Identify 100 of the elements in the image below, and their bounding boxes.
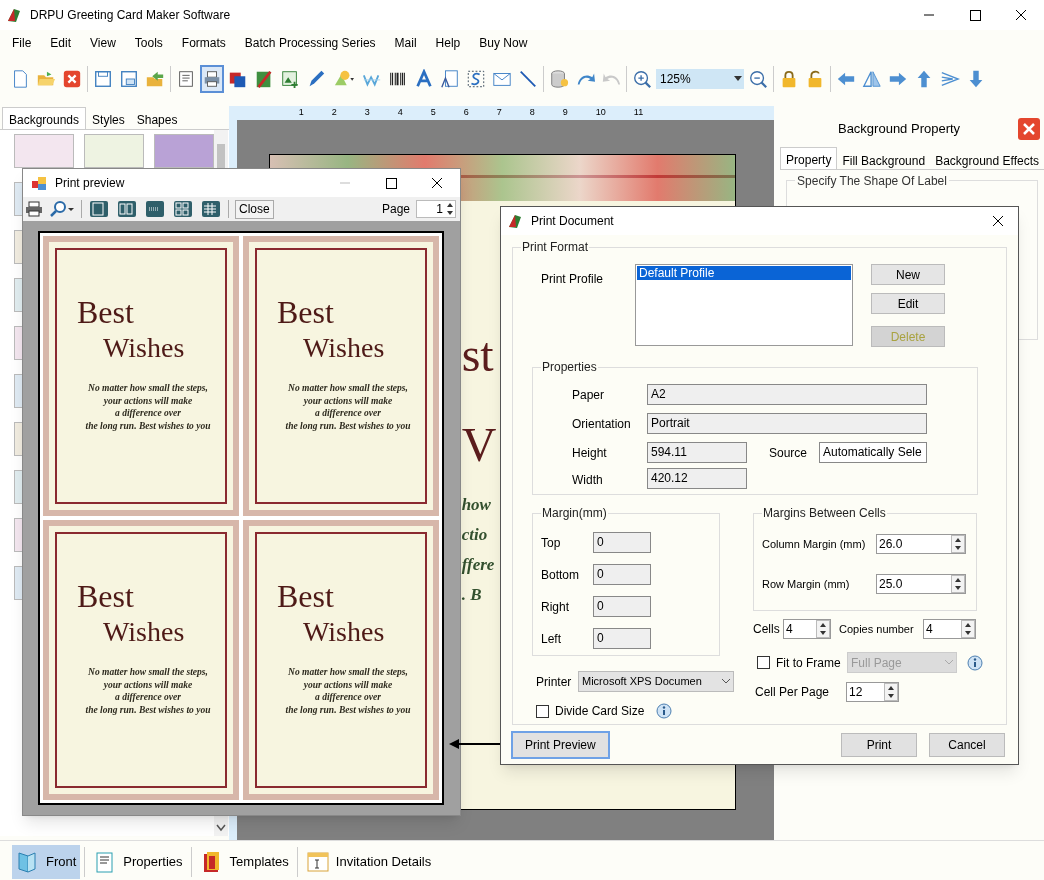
menu-item[interactable]: Buy Now [479, 34, 528, 52]
background-thumbnail[interactable] [84, 134, 144, 168]
field-label: Right [541, 598, 570, 616]
align-lines-icon [940, 69, 960, 89]
menu-item[interactable]: Edit [50, 34, 72, 52]
six-pages-icon[interactable] [202, 201, 220, 217]
card-heading: Wishes [302, 615, 386, 649]
scroll-down-icon[interactable] [216, 824, 226, 832]
close-button[interactable]: Close [235, 199, 274, 219]
panel-title: Background Property [836, 120, 962, 139]
printer-button[interactable] [200, 65, 224, 93]
panel-tab[interactable]: Styles [86, 109, 131, 129]
text-box-icon [440, 69, 460, 89]
background-thumbnail[interactable] [154, 134, 214, 168]
panel-tab[interactable]: Background Effects [930, 150, 1044, 169]
app-logo-icon [6, 7, 22, 23]
window-title: DRPU Greeting Card Maker Software [30, 7, 231, 24]
profile-button[interactable]: New [871, 264, 945, 285]
card-heading: Best [77, 294, 135, 330]
four-pages-icon[interactable] [174, 201, 192, 217]
insert-image-icon [280, 69, 300, 89]
printer-dropdown[interactable]: Microsoft XPS Documen [578, 671, 734, 692]
margin-field[interactable]: 0 [593, 564, 651, 585]
two-pages-icon[interactable] [118, 201, 136, 217]
source-field[interactable]: Automatically Sele [819, 442, 927, 463]
profile-list[interactable]: Default Profile [635, 264, 853, 346]
paper-field[interactable]: A2 [647, 384, 927, 405]
chevron-down-icon [942, 658, 956, 667]
spinner-arrows-icon [445, 201, 455, 217]
number-spinner[interactable]: 4 [783, 619, 831, 639]
spinner-arrows-icon [951, 535, 965, 553]
one-page-icon[interactable] [90, 201, 108, 217]
search-icon[interactable] [49, 200, 75, 218]
checkbox[interactable]: Divide Card Size [536, 702, 645, 720]
dialog-title: Print Document [531, 213, 614, 230]
number-spinner[interactable]: 4 [923, 619, 976, 639]
panel-tab[interactable]: Shapes [130, 109, 184, 129]
dialog-button[interactable]: Print Preview [511, 731, 610, 759]
group-label: Print Format [521, 240, 589, 254]
save-as-icon [119, 69, 139, 89]
field-label: Bottom [541, 566, 580, 584]
line-icon [518, 69, 538, 89]
panel-tab[interactable]: Backgrounds [2, 107, 87, 129]
margin-field[interactable]: 0 [593, 628, 651, 649]
ruler: 1 2 3 4 5 6 7 8 9 10 11 [236, 106, 775, 120]
card-heading: Best [77, 578, 135, 614]
menu-item[interactable]: Batch Processing Series [244, 34, 376, 52]
picture-frame-icon [254, 69, 274, 89]
margin-field[interactable]: 0 [593, 596, 651, 617]
menu-item[interactable]: File [12, 34, 32, 52]
spinner-arrows-icon [951, 575, 965, 593]
panel-tab[interactable]: Fill Background [837, 150, 931, 169]
window-title: Print preview [55, 175, 125, 192]
document-lines-icon [176, 69, 196, 89]
three-pages-icon[interactable] [146, 201, 164, 217]
width-field[interactable]: 420.12 [647, 468, 747, 489]
bottom-tab[interactable]: Invitation Details [301, 844, 436, 879]
bottom-tab[interactable]: Templates [195, 844, 293, 879]
field-label: Cells [753, 621, 781, 638]
menu-item[interactable]: View [90, 34, 116, 52]
pointer-arrow [449, 738, 501, 750]
profile-button[interactable]: Edit [871, 293, 945, 314]
zoom-dropdown[interactable]: 125% [656, 69, 744, 89]
dialog-button[interactable]: Cancel [929, 733, 1005, 757]
margin-field[interactable]: 0 [593, 532, 651, 553]
card-text: ffere [461, 554, 496, 576]
spinner-arrows-icon [884, 683, 898, 701]
menu-item[interactable]: Formats [181, 34, 226, 52]
printer-icon[interactable] [25, 201, 43, 217]
list-item[interactable]: Default Profile [637, 266, 851, 280]
card-text: V [461, 417, 498, 473]
bottom-tab[interactable]: Front [12, 844, 81, 879]
field-label: Orientation [572, 415, 632, 433]
panel-tab[interactable]: Property [780, 147, 838, 169]
menu-item[interactable]: Tools [134, 34, 163, 52]
checkbox[interactable]: Fit to Frame [757, 653, 847, 672]
height-field[interactable]: 594.11 [647, 442, 747, 463]
menu-item[interactable]: Help [435, 34, 461, 52]
close-icon[interactable] [1018, 118, 1040, 140]
field-label: Print Profile [540, 271, 605, 288]
group-label: Margins Between Cells [762, 506, 887, 520]
orientation-field[interactable]: Portrait [647, 413, 927, 434]
zoom-out-icon [748, 69, 768, 89]
signature-icon [466, 69, 486, 89]
number-spinner[interactable]: 12 [846, 682, 899, 702]
menu-item[interactable]: Mail [394, 34, 417, 52]
bottom-tab[interactable]: Properties [89, 844, 187, 879]
save-icon [93, 69, 113, 89]
text-style-icon [414, 69, 434, 89]
field-label: Column Margin (mm) [762, 536, 867, 552]
number-spinner[interactable]: 26.0 [876, 534, 966, 554]
field-label: Width [572, 472, 604, 489]
form-window-icon [305, 849, 330, 874]
field-label: Top [541, 534, 562, 552]
dialog-button[interactable]: Print [841, 733, 917, 757]
page-spinner[interactable]: 1 [416, 200, 456, 218]
number-spinner[interactable]: 25.0 [876, 574, 966, 594]
background-thumbnail[interactable] [14, 134, 74, 168]
page-label: Page [381, 201, 410, 218]
group-label: Margin(mm) [541, 506, 608, 520]
